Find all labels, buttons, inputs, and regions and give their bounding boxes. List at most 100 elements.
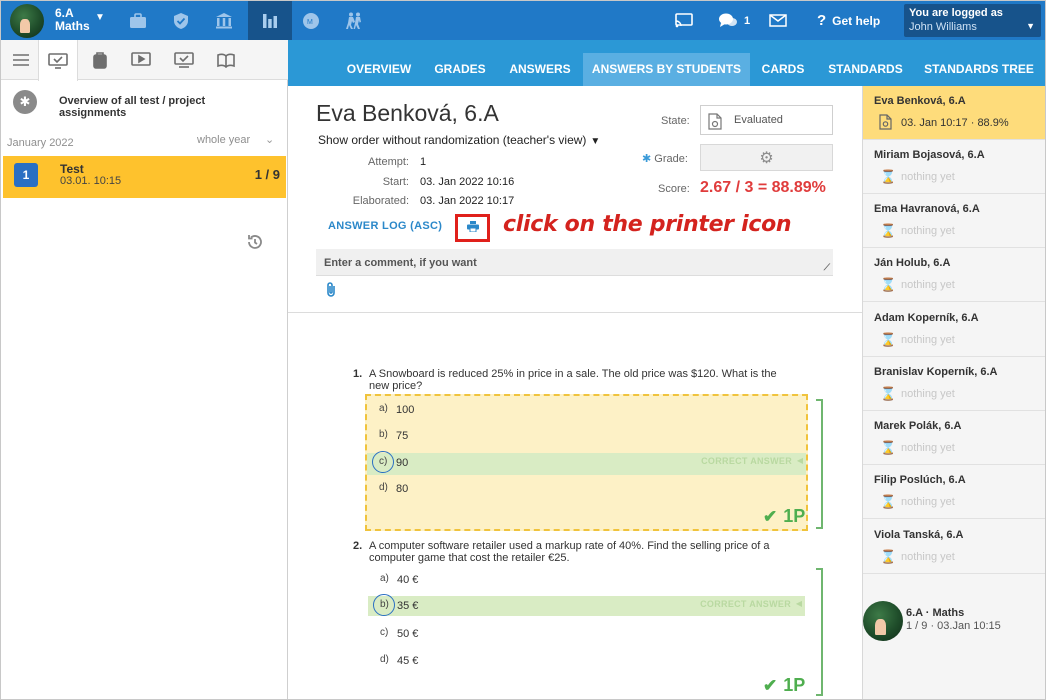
elaborated-label: Elaborated: [352, 195, 409, 207]
question-1-points: ✔ 1P [763, 506, 805, 527]
help-link[interactable]: ? Get help [817, 1, 880, 40]
state-field: Evaluated [700, 105, 833, 135]
student-name: Ján Holub, 6.A [874, 257, 951, 269]
student-status: 03. Jan 10:17 · 88.9% [901, 117, 1009, 129]
class-summary[interactable]: 6.A · Maths 1 / 9 · 03.Jan 10:15 [863, 601, 1045, 643]
annotation-text: click on the printer icon [503, 212, 792, 237]
shield-check-icon[interactable] [162, 1, 200, 40]
tab-overview[interactable]: Overview [337, 53, 421, 86]
logged-as-label: You are logged as [909, 7, 1003, 19]
tab-grades[interactable]: Grades [426, 53, 494, 86]
option-text: 80 [396, 483, 409, 495]
backpack-icon[interactable] [80, 40, 120, 80]
hourglass-icon: ⌛ [880, 549, 897, 564]
badge-icon[interactable]: M [292, 1, 330, 40]
student-status: nothing yet [901, 279, 955, 291]
student-item[interactable]: Viola Tanská, 6.A ⌛ nothing yet [863, 520, 1045, 574]
period-month: January 2022 [7, 137, 74, 149]
menu-icon[interactable] [1, 40, 41, 80]
score-value: 2.67 / 3 = 88.89% [700, 179, 826, 196]
option-text: 45 € [397, 655, 419, 667]
option-letter: c) [380, 627, 389, 638]
print-button[interactable] [455, 214, 490, 242]
student-item[interactable]: Filip Poslúch, 6.A ⌛ nothing yet [863, 465, 1045, 519]
class-avatar [10, 4, 44, 38]
test-score: 1 / 9 [254, 167, 280, 182]
option-d: d) 80 [367, 479, 806, 501]
student-item[interactable]: Ema Havranová, 6.A ⌛ nothing yet [863, 194, 1045, 248]
institution-icon[interactable] [205, 1, 243, 40]
student-name: Adam Koperník, 6.A [874, 312, 979, 324]
grade-label: ✱ Grade: [642, 152, 688, 165]
paperclip-icon[interactable] [325, 281, 337, 301]
checkmark-icon: ✔ [763, 676, 778, 695]
grade-field[interactable]: ⚙ [700, 144, 833, 171]
arrow-left-icon: ◀ [796, 456, 803, 465]
hourglass-icon: ⌛ [880, 386, 897, 401]
user-menu[interactable]: You are logged as John Williams ▼ [904, 4, 1041, 37]
mail-icon[interactable] [769, 1, 787, 40]
play-icon[interactable] [121, 40, 161, 80]
student-item[interactable]: Eva Benková, 6.A 03. Jan 10:17 · 88.9% [863, 86, 1045, 140]
attempt-value: 1 [420, 156, 427, 168]
left-panel: ✱ Overview of all test / project assignm… [1, 40, 288, 699]
option-a: a) 40 € [368, 570, 805, 592]
answer-detail: Eva Benková, 6.A Show order without rand… [288, 86, 862, 699]
user-name: John Williams [909, 21, 977, 33]
history-icon[interactable] [246, 233, 264, 254]
hourglass-icon: ⌛ [880, 169, 897, 184]
tab-cards[interactable]: Cards [755, 53, 811, 86]
option-c-correct: c) 90 CORRECT ANSWER ◀ [367, 451, 806, 475]
question-2-points: ✔ 1P [763, 675, 805, 696]
cast-icon[interactable] [675, 1, 693, 40]
checkmark-icon: ✔ [763, 507, 778, 526]
gear-icon: ✱ [13, 90, 37, 114]
period-selector[interactable]: January 2022 whole year ⌄ [1, 134, 288, 154]
student-status: nothing yet [901, 442, 955, 454]
app-window: 6.A Maths ▼ M 1 ? Get help You are logge… [0, 0, 1046, 700]
hourglass-icon: ⌛ [880, 440, 897, 455]
svg-text:M: M [307, 19, 313, 26]
bar-chart-icon[interactable] [248, 1, 292, 40]
option-letter: a) [380, 573, 389, 584]
checklist-icon[interactable] [38, 40, 78, 81]
answer-log-link[interactable]: ANSWER LOG (ASC) [328, 220, 442, 232]
option-text: 50 € [397, 628, 419, 640]
option-b: b) 75 [367, 426, 806, 448]
chat-icon[interactable]: 1 [718, 1, 750, 40]
student-status: nothing yet [901, 225, 955, 237]
tab-answers[interactable]: Answers [503, 53, 577, 86]
question-text: A Snowboard is reduced 25% in price in a… [369, 368, 777, 392]
briefcase-icon[interactable] [119, 1, 157, 40]
points-value: 1P [783, 675, 806, 695]
people-walking-icon[interactable] [335, 1, 373, 40]
tab-standards[interactable]: Standards [822, 53, 909, 86]
student-name: Miriam Bojasová, 6.A [874, 149, 985, 161]
student-item[interactable]: Adam Koperník, 6.A ⌛ nothing yet [863, 303, 1045, 357]
tab-standards-tree[interactable]: Standards tree [919, 53, 1039, 86]
student-item[interactable]: Miriam Bojasová, 6.A ⌛ nothing yet [863, 140, 1045, 194]
order-toggle[interactable]: Show order without randomization (teache… [318, 133, 600, 147]
question-number: 1. [353, 368, 363, 380]
gear-icon[interactable]: ✱ [642, 153, 651, 165]
tab-answers-by-students[interactable]: Answers by students [583, 53, 750, 86]
overview-all-assignments[interactable]: ✱ Overview of all test / project assignm… [1, 84, 288, 132]
student-item[interactable]: Marek Polák, 6.A ⌛ nothing yet [863, 411, 1045, 465]
student-name: Ema Havranová, 6.A [874, 203, 980, 215]
class-summary-title: 6.A · Maths [906, 607, 965, 619]
option-text: 40 € [397, 574, 419, 586]
score-label: Score: [658, 183, 690, 195]
test-list-item[interactable]: 1 Test 03.01. 10:15 1 / 9 [3, 156, 286, 198]
top-bar: 6.A Maths ▼ M 1 ? Get help You are logge… [1, 1, 1045, 40]
student-status: nothing yet [901, 551, 955, 563]
comment-input[interactable]: Enter a comment, if you want ⟋ [316, 249, 833, 276]
student-item[interactable]: Ján Holub, 6.A ⌛ nothing yet [863, 248, 1045, 302]
question-icon: ? [817, 12, 827, 29]
class-selector[interactable]: 6.A Maths ▼ [1, 1, 121, 40]
student-name: Branislav Koperník, 6.A [874, 366, 998, 378]
student-item[interactable]: Branislav Koperník, 6.A ⌛ nothing yet [863, 357, 1045, 411]
check-screen-icon[interactable] [164, 40, 204, 80]
test-title: Test [60, 162, 84, 176]
book-icon[interactable] [206, 40, 246, 80]
resize-handle-icon[interactable]: ⟋ [824, 262, 830, 273]
